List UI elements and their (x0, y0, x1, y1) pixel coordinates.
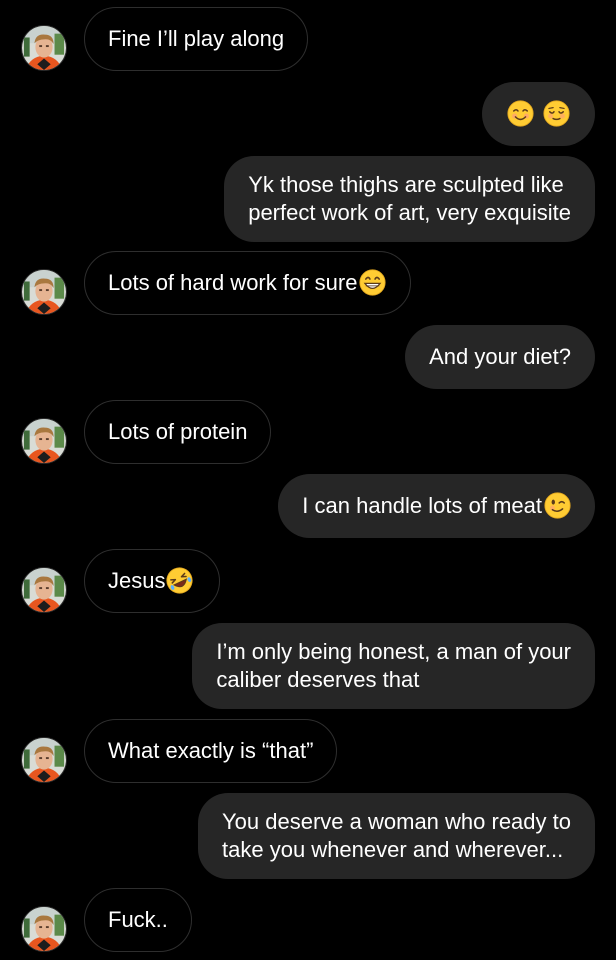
message-text-line: I’m only being honest, a man of your (216, 639, 571, 664)
message-text-line: perfect work of art, very exquisite (248, 200, 571, 225)
contact-avatar-icon[interactable] (21, 25, 67, 71)
contact-avatar-icon[interactable] (21, 269, 67, 315)
message-text-line: caliber deserves that (216, 667, 420, 692)
message-text-line: Yk those thighs are sculpted like (248, 172, 564, 197)
contact-avatar-icon[interactable] (21, 737, 67, 783)
rolling-laughing-face-icon (166, 567, 194, 594)
received-message-bubble[interactable]: Lots of protein (84, 400, 272, 464)
sent-message-bubble[interactable]: And your diet? (405, 325, 595, 389)
received-message-bubble[interactable]: Lots of hard work for sure (84, 251, 412, 315)
message-text-line: take you whenever and wherever... (222, 837, 564, 862)
message-text: Fine I’ll play along (108, 26, 285, 51)
contact-avatar-icon[interactable] (21, 906, 67, 952)
message-text: Lots of protein (108, 419, 248, 444)
grinning-face-icon (359, 269, 387, 296)
sent-message-bubble[interactable] (481, 82, 595, 146)
relieved-face-icon (543, 100, 570, 127)
received-message-bubble[interactable]: Jesus (84, 549, 221, 613)
message-text-line: You deserve a woman who ready to (222, 809, 571, 834)
message-text: Lots of hard work for sure (108, 270, 358, 295)
message-text: I can handle lots of meat (302, 493, 542, 518)
sent-message-bubble[interactable]: I can handle lots of meat (278, 474, 595, 538)
sent-message-bubble[interactable]: Yk those thighs are sculpted like perfec… (224, 156, 595, 242)
winking-face-icon (544, 492, 571, 519)
sent-message-bubble[interactable]: You deserve a woman who ready to take yo… (198, 793, 595, 879)
contact-avatar-icon[interactable] (21, 418, 67, 464)
message-text: Fuck.. (108, 907, 168, 932)
contact-avatar-icon[interactable] (21, 567, 67, 613)
sent-message-bubble[interactable]: I’m only being honest, a man of your cal… (192, 623, 595, 709)
received-message-bubble[interactable]: Fuck.. (84, 888, 192, 952)
message-text: What exactly is “that” (108, 738, 314, 763)
message-text: Jesus (108, 568, 166, 593)
smiling-face-icon (507, 100, 534, 127)
received-message-bubble[interactable]: What exactly is “that” (84, 719, 338, 783)
received-message-bubble[interactable]: Fine I’ll play along (84, 7, 309, 71)
message-text: And your diet? (429, 344, 571, 369)
